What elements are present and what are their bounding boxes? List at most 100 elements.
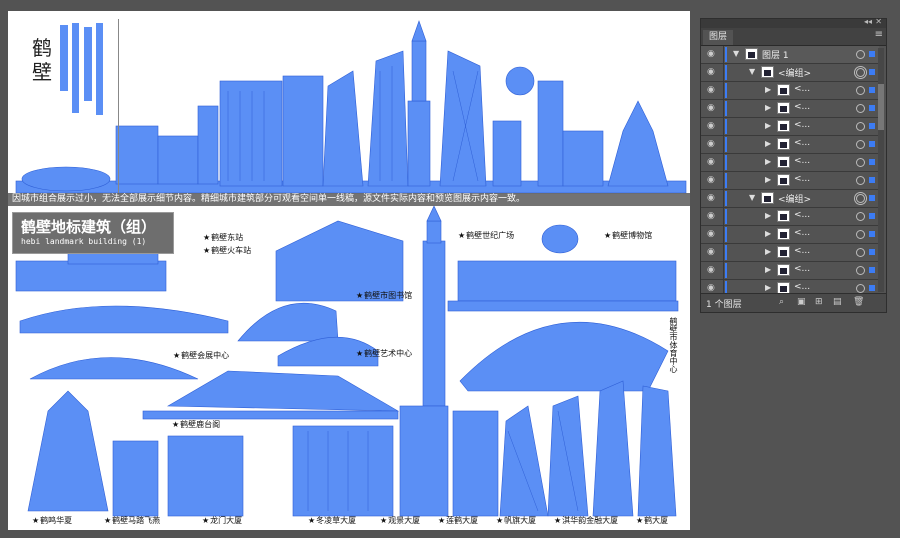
lock-column[interactable] bbox=[723, 46, 724, 63]
visibility-eye-icon[interactable]: ◉ bbox=[707, 68, 717, 77]
expand-triangle-icon[interactable]: ▶ bbox=[765, 229, 771, 238]
visibility-eye-icon[interactable]: ◉ bbox=[707, 284, 717, 293]
selection-square-icon[interactable] bbox=[869, 69, 875, 75]
selection-square-icon[interactable] bbox=[869, 249, 875, 255]
collapse-triangle-icon[interactable]: ▼ bbox=[749, 193, 755, 202]
layer-name[interactable]: <... bbox=[794, 210, 810, 220]
target-circle-icon[interactable] bbox=[856, 122, 865, 131]
lock-column[interactable] bbox=[723, 100, 724, 117]
target-circle-icon[interactable] bbox=[856, 86, 865, 95]
visibility-eye-icon[interactable]: ◉ bbox=[707, 86, 717, 95]
expand-triangle-icon[interactable]: ▶ bbox=[765, 247, 771, 256]
target-circle-icon[interactable] bbox=[856, 212, 865, 221]
lock-column[interactable] bbox=[723, 262, 724, 279]
layer-name[interactable]: <... bbox=[794, 264, 810, 274]
selection-square-icon[interactable] bbox=[869, 141, 875, 147]
layer-name[interactable]: <编组> bbox=[778, 66, 811, 79]
selection-square-icon[interactable] bbox=[869, 105, 875, 111]
lock-column[interactable] bbox=[723, 154, 724, 171]
target-circle-icon[interactable] bbox=[856, 68, 865, 77]
lock-column[interactable] bbox=[723, 244, 724, 261]
target-circle-icon[interactable] bbox=[856, 176, 865, 185]
visibility-eye-icon[interactable]: ◉ bbox=[707, 158, 717, 167]
layer-row[interactable]: ◉ ▶ <... bbox=[701, 118, 879, 136]
expand-triangle-icon[interactable]: ▶ bbox=[765, 283, 771, 292]
target-circle-icon[interactable] bbox=[856, 194, 865, 203]
layer-row[interactable]: ◉ ▶ <... bbox=[701, 136, 879, 154]
layer-row[interactable]: ◉ ▶ <... bbox=[701, 172, 879, 190]
expand-triangle-icon[interactable]: ▶ bbox=[765, 157, 771, 166]
expand-triangle-icon[interactable]: ▶ bbox=[765, 175, 771, 184]
visibility-eye-icon[interactable]: ◉ bbox=[707, 50, 717, 59]
expand-triangle-icon[interactable]: ▶ bbox=[765, 211, 771, 220]
layer-row[interactable]: ◉ ▼ 图层 1 bbox=[701, 46, 879, 64]
lock-column[interactable] bbox=[723, 118, 724, 135]
target-circle-icon[interactable] bbox=[856, 266, 865, 275]
visibility-eye-icon[interactable]: ◉ bbox=[707, 194, 717, 203]
expand-triangle-icon[interactable]: ▶ bbox=[765, 265, 771, 274]
layer-row[interactable]: ◉ ▶ <... bbox=[701, 208, 879, 226]
new-layer-icon[interactable]: ▤ bbox=[833, 297, 842, 307]
layer-row[interactable]: ◉ ▼ <编组> bbox=[701, 190, 879, 208]
layer-name[interactable]: <... bbox=[794, 84, 810, 94]
layer-name[interactable]: <... bbox=[794, 174, 810, 184]
layer-row[interactable]: ◉ ▶ <... bbox=[701, 82, 879, 100]
panel-menu-icon[interactable]: ≡ bbox=[875, 29, 883, 40]
visibility-eye-icon[interactable]: ◉ bbox=[707, 266, 717, 275]
layer-name[interactable]: <... bbox=[794, 102, 810, 112]
visibility-eye-icon[interactable]: ◉ bbox=[707, 212, 717, 221]
layer-scrollbar[interactable] bbox=[878, 48, 884, 292]
selection-square-icon[interactable] bbox=[869, 177, 875, 183]
layer-name[interactable]: <... bbox=[794, 228, 810, 238]
visibility-eye-icon[interactable]: ◉ bbox=[707, 122, 717, 131]
lock-column[interactable] bbox=[723, 82, 724, 99]
expand-triangle-icon[interactable]: ▶ bbox=[765, 103, 771, 112]
layer-row[interactable]: ◉ ▶ <... bbox=[701, 262, 879, 280]
expand-triangle-icon[interactable]: ▶ bbox=[765, 139, 771, 148]
visibility-eye-icon[interactable]: ◉ bbox=[707, 230, 717, 239]
selection-square-icon[interactable] bbox=[869, 123, 875, 129]
selection-square-icon[interactable] bbox=[869, 285, 875, 291]
target-circle-icon[interactable] bbox=[856, 104, 865, 113]
layer-name[interactable]: <... bbox=[794, 246, 810, 256]
layer-row[interactable]: ◉ ▶ <... bbox=[701, 154, 879, 172]
tab-layers[interactable]: 图层 bbox=[703, 30, 734, 45]
layer-row[interactable]: ◉ ▼ <编组> bbox=[701, 64, 879, 82]
selection-square-icon[interactable] bbox=[869, 87, 875, 93]
lock-column[interactable] bbox=[723, 226, 724, 243]
visibility-eye-icon[interactable]: ◉ bbox=[707, 248, 717, 257]
selection-square-icon[interactable] bbox=[869, 195, 875, 201]
lock-column[interactable] bbox=[723, 172, 724, 189]
collapse-triangle-icon[interactable]: ▼ bbox=[749, 67, 755, 76]
selection-square-icon[interactable] bbox=[869, 51, 875, 57]
layer-name[interactable]: <编组> bbox=[778, 192, 811, 205]
lock-column[interactable] bbox=[723, 190, 724, 207]
lock-column[interactable] bbox=[723, 208, 724, 225]
selection-square-icon[interactable] bbox=[869, 231, 875, 237]
target-circle-icon[interactable] bbox=[856, 284, 865, 293]
target-circle-icon[interactable] bbox=[856, 50, 865, 59]
expand-triangle-icon[interactable]: ▶ bbox=[765, 121, 771, 130]
lock-column[interactable] bbox=[723, 64, 724, 81]
layer-name[interactable]: 图层 1 bbox=[762, 48, 789, 61]
expand-triangle-icon[interactable]: ▶ bbox=[765, 85, 771, 94]
target-circle-icon[interactable] bbox=[856, 158, 865, 167]
visibility-eye-icon[interactable]: ◉ bbox=[707, 140, 717, 149]
visibility-eye-icon[interactable]: ◉ bbox=[707, 104, 717, 113]
visibility-eye-icon[interactable]: ◉ bbox=[707, 176, 717, 185]
layer-row[interactable]: ◉ ▶ <... bbox=[701, 280, 879, 294]
target-circle-icon[interactable] bbox=[856, 230, 865, 239]
lock-column[interactable] bbox=[723, 280, 724, 294]
delete-layer-icon[interactable]: 🗑 bbox=[853, 297, 864, 307]
selection-square-icon[interactable] bbox=[869, 267, 875, 273]
layer-name[interactable]: <... bbox=[794, 156, 810, 166]
layer-name[interactable]: <... bbox=[794, 138, 810, 148]
layer-row[interactable]: ◉ ▶ <... bbox=[701, 226, 879, 244]
layer-name[interactable]: <... bbox=[794, 120, 810, 130]
lock-column[interactable] bbox=[723, 136, 724, 153]
target-circle-icon[interactable] bbox=[856, 248, 865, 257]
collapse-triangle-icon[interactable]: ▼ bbox=[733, 49, 739, 58]
artboard-canvas[interactable]: 鹤壁 鹤壁东站 鹤壁火车站 鹤壁市图书馆 鹤壁世纪广场 鹤壁博物馆 鹤壁会展中心… bbox=[8, 11, 690, 530]
layer-row[interactable]: ◉ ▶ <... bbox=[701, 244, 879, 262]
selection-square-icon[interactable] bbox=[869, 159, 875, 165]
